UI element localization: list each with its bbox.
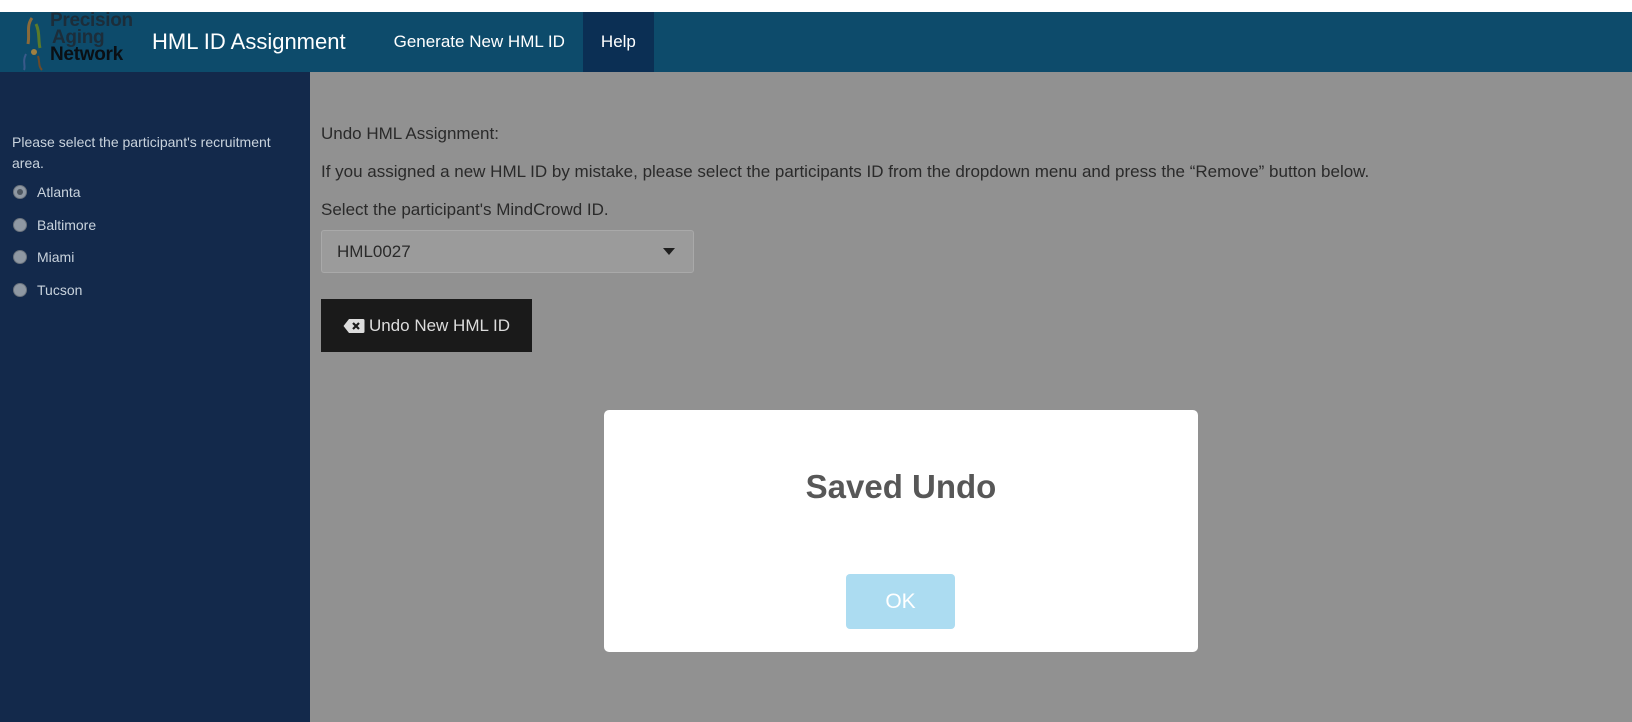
mindcrowd-id-select[interactable]: HML0027 <box>321 230 694 273</box>
radio-label: Miami <box>37 249 75 266</box>
radio-option-miami[interactable]: Miami <box>12 241 298 274</box>
saved-undo-modal: Saved Undo OK <box>604 410 1198 652</box>
radio-button[interactable] <box>13 217 27 232</box>
undo-button-label: Undo New HML ID <box>368 315 511 335</box>
brand[interactable]: Precision Aging Network <box>0 11 138 72</box>
nav-help[interactable]: Help <box>582 12 654 72</box>
modal-title: Saved Undo <box>805 468 997 505</box>
backspace-icon <box>343 318 365 333</box>
nav-generate-new-hml-id[interactable]: Generate New HML ID <box>376 12 583 72</box>
radio-option-baltimore[interactable]: Baltimore <box>12 209 298 242</box>
radio-label: Baltimore <box>37 216 97 233</box>
app-page: Precision Aging Network HML ID Assignmen… <box>0 0 1632 722</box>
radio-label: Atlanta <box>37 184 81 201</box>
radio-option-tucson[interactable]: Tucson <box>12 274 298 307</box>
logo-text: Precision Aging Network <box>50 11 133 65</box>
radio-button[interactable] <box>13 250 27 265</box>
radio-button[interactable] <box>13 185 27 200</box>
logo-figure-icon <box>23 17 43 71</box>
logo-line-3: Network <box>50 44 123 65</box>
mindcrowd-id-label: Select the participant's MindCrowd ID. <box>321 200 609 219</box>
instructions-text: If you assigned a new HML ID by mistake,… <box>321 162 1370 181</box>
top-navbar: Precision Aging Network HML ID Assignmen… <box>0 11 1632 72</box>
radio-option-atlanta[interactable]: Atlanta <box>12 176 298 209</box>
caret-down-icon <box>663 248 675 255</box>
undo-new-hml-id-button[interactable]: Undo New HML ID <box>321 299 532 352</box>
selected-id-value: HML0027 <box>337 241 411 261</box>
ok-button[interactable]: OK <box>846 574 955 629</box>
precision-aging-network-logo: Precision Aging Network <box>18 11 138 72</box>
recruitment-area-label: Please select the participant's recruitm… <box>12 134 271 171</box>
app-title[interactable]: HML ID Assignment <box>152 12 346 72</box>
radio-button[interactable] <box>13 282 27 297</box>
section-title: Undo HML Assignment: <box>321 124 499 143</box>
sidebar: Please select the participant's recruitm… <box>0 72 310 722</box>
radio-label: Tucson <box>37 281 83 298</box>
